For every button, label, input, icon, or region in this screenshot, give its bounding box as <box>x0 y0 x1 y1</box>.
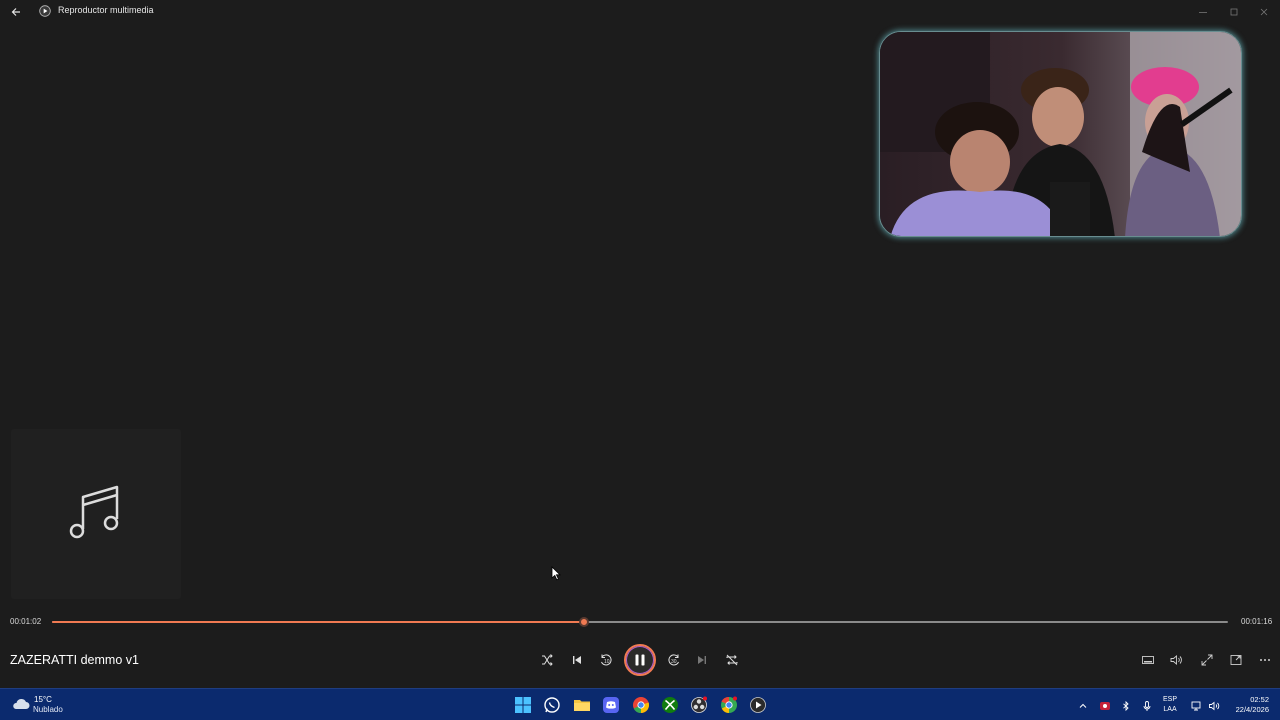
window-title: Reproductor multimedia <box>58 5 154 15</box>
input-language[interactable]: ESP LAA <box>1163 695 1177 715</box>
tray-volume[interactable] <box>1208 699 1220 711</box>
tray-bluetooth[interactable] <box>1120 699 1132 712</box>
xbox-icon <box>662 697 678 713</box>
fullscreen-icon <box>1201 654 1213 666</box>
network-icon <box>1191 701 1201 711</box>
chevron-up-icon <box>1079 703 1087 708</box>
tray-microphone[interactable] <box>1141 699 1153 711</box>
total-time: 00:01:16 <box>1241 617 1273 626</box>
chrome-icon <box>721 696 737 713</box>
title-bar: Reproductor multimedia <box>0 0 1280 22</box>
fullscreen-button[interactable] <box>1200 653 1214 667</box>
forward-30-button[interactable]: 30 <box>666 652 682 668</box>
folder-icon <box>574 700 590 711</box>
back-button[interactable] <box>10 5 22 17</box>
close-button[interactable] <box>1259 4 1269 16</box>
taskbar-chrome-profile[interactable] <box>720 696 738 714</box>
more-options-button[interactable] <box>1258 653 1272 667</box>
rewind-10-button[interactable]: 10 <box>598 652 614 668</box>
close-icon <box>1260 8 1268 16</box>
forward-30-icon: 30 <box>668 654 679 666</box>
taskbar-discord[interactable] <box>602 696 620 714</box>
cloud-icon <box>13 698 30 709</box>
miniplayer-button[interactable] <box>1141 653 1155 667</box>
svg-text:10: 10 <box>604 659 610 665</box>
taskbar-whatsapp[interactable] <box>543 696 561 714</box>
discord-icon <box>603 697 619 713</box>
media-player-icon <box>750 697 766 713</box>
weather-widget[interactable] <box>11 697 31 711</box>
pause-icon <box>635 654 645 666</box>
shuffle-icon <box>542 654 553 666</box>
clock-date: 22/4/2026 <box>1235 705 1269 714</box>
minimize-button[interactable] <box>1198 4 1208 14</box>
keyboard-layout: LAA <box>1163 706 1177 713</box>
windows-icon <box>515 697 531 713</box>
minimize-icon <box>1199 12 1207 13</box>
weather-temperature: 15°C <box>34 695 52 704</box>
chrome-icon <box>633 697 650 713</box>
weather-condition: Nublado <box>33 705 63 714</box>
record-icon <box>1100 702 1110 710</box>
mouse-cursor-icon <box>551 566 561 581</box>
tray-network[interactable] <box>1191 699 1203 711</box>
picture-in-picture-icon <box>1230 655 1242 665</box>
repeat-off-icon <box>726 654 738 666</box>
more-options-icon <box>1260 659 1270 661</box>
volume-button[interactable] <box>1169 653 1183 667</box>
miniplayer-icon <box>1142 656 1154 664</box>
bluetooth-icon <box>1123 700 1129 712</box>
show-hidden-icons-button[interactable] <box>1077 699 1089 711</box>
taskbar-media-player[interactable] <box>749 696 767 714</box>
language-code: ESP <box>1163 696 1178 703</box>
previous-icon <box>573 656 581 664</box>
elapsed-time: 00:01:02 <box>10 617 42 626</box>
repeat-button[interactable] <box>724 652 740 668</box>
tray-app[interactable] <box>1099 699 1111 711</box>
seek-bar-thumb[interactable] <box>578 617 589 627</box>
seek-bar[interactable] <box>52 617 1228 627</box>
previous-button[interactable] <box>569 652 585 668</box>
whatsapp-icon <box>544 697 560 713</box>
obs-icon <box>691 696 707 713</box>
start-button[interactable] <box>514 696 532 714</box>
media-player-icon <box>39 4 51 17</box>
rewind-10-icon: 10 <box>601 654 612 666</box>
back-arrow-icon <box>11 8 20 16</box>
next-icon <box>698 656 706 664</box>
music-note-icon <box>69 485 119 539</box>
svg-text:30: 30 <box>671 659 677 665</box>
restore-icon <box>1230 8 1238 16</box>
microphone-icon <box>1143 701 1151 711</box>
taskbar-obs[interactable] <box>690 696 708 714</box>
track-title: ZAZERATTI demmo v1 <box>10 653 139 667</box>
taskbar-file-explorer[interactable] <box>573 696 591 714</box>
maximize-button[interactable] <box>1229 4 1239 16</box>
webcam-overlay <box>879 31 1242 237</box>
shuffle-button[interactable] <box>539 652 555 668</box>
seek-bar-progress <box>52 621 584 623</box>
clock-time: 02:52 <box>1250 695 1269 704</box>
pause-button[interactable] <box>624 644 656 676</box>
speaker-icon <box>1209 701 1220 711</box>
taskbar-chrome[interactable] <box>632 696 650 714</box>
next-button[interactable] <box>694 652 710 668</box>
volume-icon <box>1170 655 1182 665</box>
taskbar: 15°C Nublado ESP LAA 02:52 22/4/2026 <box>0 688 1280 720</box>
compact-overlay-button[interactable] <box>1229 653 1243 667</box>
taskbar-xbox[interactable] <box>661 696 679 714</box>
taskbar-clock[interactable]: 02:52 22/4/2026 <box>1229 695 1269 715</box>
